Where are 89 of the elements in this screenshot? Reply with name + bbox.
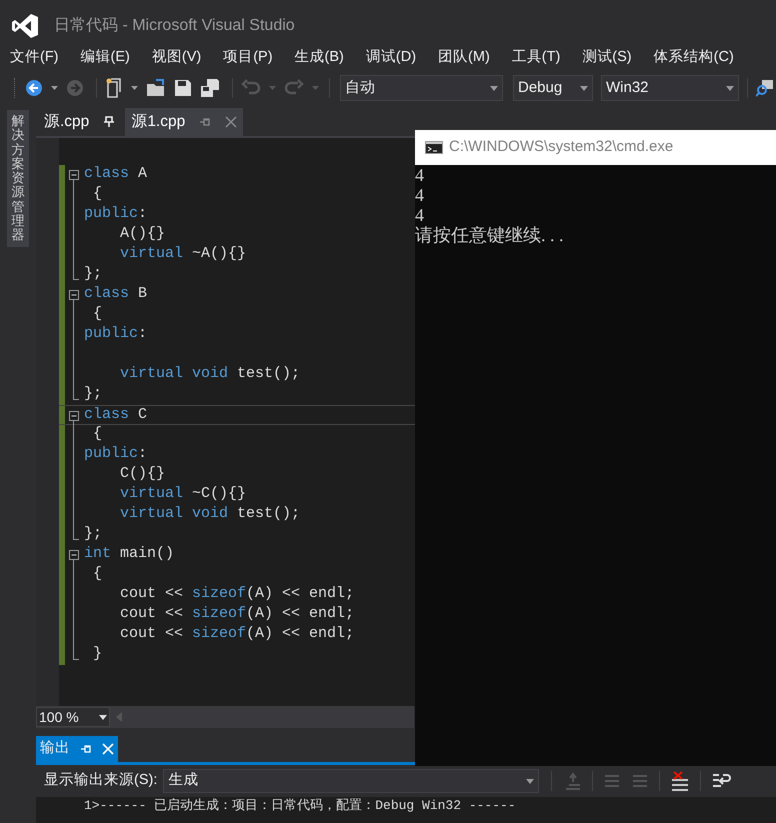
- code-text: {: [92, 565, 102, 584]
- code-text: C(){}: [119, 465, 166, 484]
- console-icon: [425, 141, 443, 154]
- save-all-icon[interactable]: [200, 78, 220, 98]
- code-text: cout <<: [119, 625, 184, 644]
- output-source-dropdown[interactable]: 生成: [163, 769, 540, 793]
- code-text: test();: [236, 365, 300, 384]
- menu-item[interactable]: 工具(T): [512, 47, 560, 69]
- console-title: C:\WINDOWS\system32\cmd.exe: [449, 137, 674, 158]
- code-keyword: class: [84, 285, 130, 304]
- menu-item[interactable]: 测试(S): [582, 47, 632, 69]
- app-logo-icon: [12, 14, 38, 38]
- console-line: 4: [415, 205, 425, 225]
- caret-icon: [490, 86, 498, 90]
- code-text: C: [137, 406, 148, 424]
- code-keyword: sizeof: [192, 585, 246, 604]
- code-text: {: [92, 185, 102, 204]
- menu-item[interactable]: 文件(F): [10, 47, 59, 69]
- save-icon[interactable]: [174, 79, 192, 97]
- collapse-icon[interactable]: [69, 411, 79, 421]
- code-keyword: virtual: [119, 245, 184, 264]
- code-text: :: [138, 325, 148, 344]
- caret-icon: [726, 86, 734, 90]
- menu-item[interactable]: 团队(M): [438, 47, 490, 69]
- menu-item[interactable]: 生成(B): [294, 47, 344, 69]
- caret-icon: [99, 714, 107, 720]
- code-keyword: int: [84, 545, 112, 564]
- platform-dropdown[interactable]: Win32: [601, 75, 739, 101]
- code-keyword: virtual void: [119, 365, 228, 384]
- code-text: :: [138, 445, 148, 464]
- code-text: };: [84, 265, 102, 284]
- code-text: (A) << endl;: [246, 585, 354, 604]
- code-text: ~C(){}: [191, 485, 246, 504]
- new-project-icon[interactable]: [105, 78, 123, 98]
- code-text: (A) << endl;: [246, 625, 354, 644]
- code-text: }: [92, 645, 102, 664]
- code-text: A: [137, 165, 148, 184]
- caret-icon: [580, 86, 588, 90]
- code-keyword: sizeof: [192, 625, 246, 644]
- collapse-icon[interactable]: [69, 550, 79, 560]
- code-text: ~A(){}: [191, 245, 246, 264]
- code-keyword: public: [84, 205, 138, 224]
- code-text: B: [137, 285, 148, 304]
- code-text: A(){}: [119, 225, 166, 244]
- menu-item[interactable]: 体系结构(C): [654, 47, 734, 69]
- code-text: };: [84, 385, 102, 404]
- output-line: 1>------ 已启动生成：项目：日常代码，配置：Debug Win32 ------: [84, 797, 517, 815]
- caret-icon[interactable]: [131, 86, 138, 90]
- code-keyword: virtual: [119, 485, 184, 504]
- code-text: {: [92, 425, 102, 444]
- code-text: cout <<: [119, 605, 184, 624]
- file-tab[interactable]: 源.cpp: [38, 108, 122, 136]
- code-text: (A) << endl;: [246, 605, 354, 624]
- code-text: cout <<: [119, 585, 184, 604]
- zoom-dropdown[interactable]: 100 %: [36, 707, 110, 727]
- collapse-icon[interactable]: [69, 290, 79, 300]
- file-tab[interactable]: 源1.cpp: [125, 108, 244, 136]
- pin-icon[interactable]: [103, 116, 116, 128]
- menu-item[interactable]: 调试(D): [366, 47, 416, 69]
- console-line: 4: [415, 165, 425, 185]
- code-keyword: sizeof: [192, 605, 246, 624]
- clear-all-icon[interactable]: [670, 771, 690, 791]
- code-text: {: [92, 305, 102, 324]
- menu-item[interactable]: 项目(P): [223, 47, 273, 69]
- menu-item[interactable]: 视图(V): [152, 47, 202, 69]
- code-keyword: public: [84, 325, 138, 344]
- window-title: 日常代码 - Microsoft Visual Studio: [54, 16, 295, 36]
- code-text: :: [138, 205, 148, 224]
- menu-item[interactable]: 编辑(E): [80, 47, 130, 69]
- solution-config-dropdown[interactable]: 自动: [340, 75, 503, 101]
- code-text: main(): [119, 545, 174, 564]
- code-keyword: class: [84, 165, 130, 184]
- collapse-icon[interactable]: [69, 170, 79, 180]
- configuration-dropdown[interactable]: Debug: [513, 75, 593, 101]
- console-line: 4: [415, 185, 425, 205]
- back-icon[interactable]: [25, 79, 43, 97]
- find-icon[interactable]: [756, 79, 774, 97]
- source-label: 显示输出来源(S):: [44, 771, 158, 790]
- caret-icon[interactable]: [51, 86, 58, 90]
- code-text: test();: [236, 505, 300, 524]
- open-folder-icon[interactable]: [146, 79, 166, 97]
- console-line: 请按任意键继续. . .: [415, 225, 564, 245]
- code-keyword: virtual void: [119, 505, 228, 524]
- caret-icon: [526, 778, 534, 784]
- word-wrap-icon[interactable]: [711, 772, 732, 790]
- close-icon[interactable]: [225, 116, 238, 128]
- code-text: };: [84, 525, 102, 544]
- code-keyword: public: [84, 445, 138, 464]
- code-keyword: class: [84, 406, 130, 424]
